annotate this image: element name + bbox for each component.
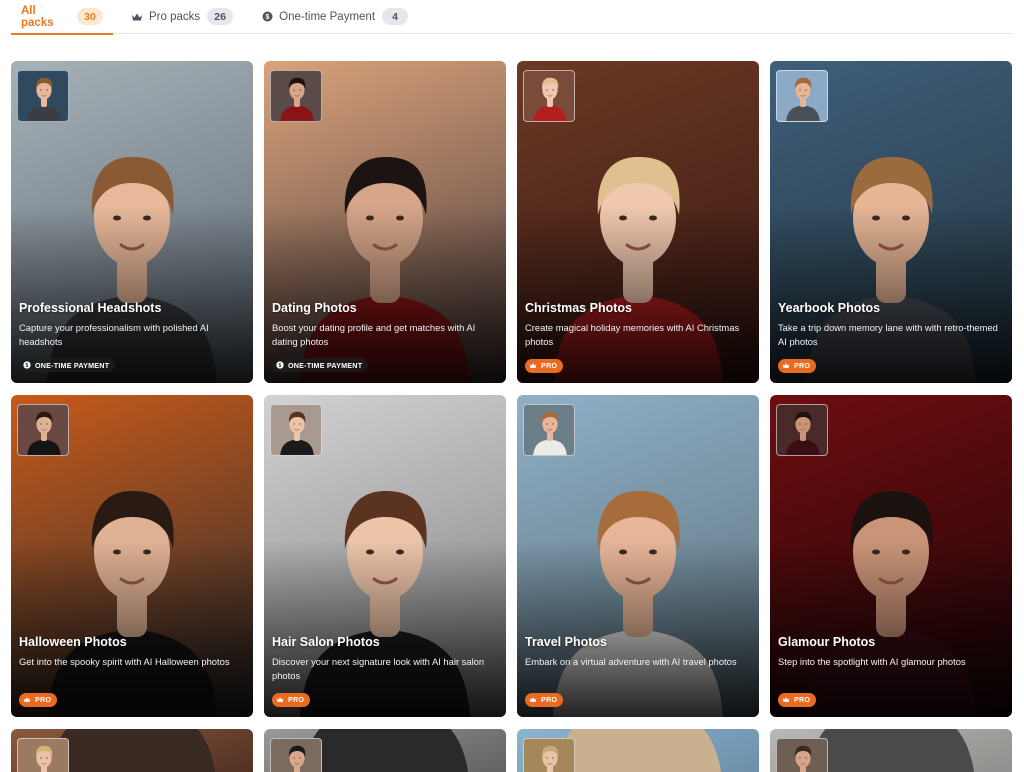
sample-thumbnail [270, 738, 322, 772]
pack-card[interactable]: Professional Headshots Capture your profe… [11, 61, 253, 383]
card-info: Yearbook Photos Take a trip down memory l… [778, 301, 1004, 374]
pack-card[interactable]: Dating Photos Boost your dating profile a… [264, 61, 506, 383]
sample-thumbnail [17, 70, 69, 122]
pack-title: Yearbook Photos [778, 301, 881, 315]
svg-text:$: $ [26, 363, 29, 369]
card-info: Glamour Photos Step into the spotlight wi… [778, 635, 1004, 708]
card-info: Hair Salon Photos Discover your next sign… [272, 635, 498, 708]
crown-icon [131, 11, 143, 23]
tab-count-badge: 30 [77, 8, 103, 25]
pack-description: Boost your dating profile and get matche… [272, 322, 476, 347]
badge-label: PRO [288, 695, 305, 704]
pack-title: Dating Photos [272, 301, 357, 315]
tab-one-time-payment[interactable]: $ One-time Payment 4 [251, 0, 418, 34]
pack-badge: PRO [778, 692, 817, 707]
card-info: Halloween Photos Get into the spooky spir… [19, 635, 245, 708]
pack-description: Create magical holiday memories with AI … [525, 322, 740, 347]
pack-badge: $ ONE-TIME PAYMENT [19, 358, 116, 372]
crown-icon [529, 362, 537, 370]
sample-thumbnail [776, 404, 828, 456]
pack-badge: PRO [525, 358, 564, 373]
packs-grid: Professional Headshots Capture your profe… [11, 61, 1013, 772]
pack-description: Take a trip down memory lane with with r… [778, 322, 998, 347]
sample-thumbnail [776, 738, 828, 772]
tab-label: All packs [21, 4, 54, 29]
badge-label: PRO [794, 695, 811, 704]
pack-title: Halloween Photos [19, 635, 127, 649]
pack-description: Discover your next signature look with A… [272, 656, 485, 681]
pack-card[interactable]: Travel Photos Embark on a virtual adventu… [517, 395, 759, 717]
pack-description: Get into the spooky spirit with AI Hallo… [19, 656, 230, 667]
badge-label: PRO [541, 361, 558, 370]
pack-badge: PRO [525, 692, 564, 707]
crown-icon [23, 696, 31, 704]
card-info: Professional Headshots Capture your profe… [19, 301, 245, 374]
pack-title: Professional Headshots [19, 301, 162, 315]
sample-thumbnail [17, 404, 69, 456]
pack-badge: PRO [272, 692, 311, 707]
tab-pro-packs[interactable]: Pro packs 26 [121, 0, 243, 34]
pack-description: Embark on a virtual adventure with AI tr… [525, 656, 737, 667]
card-info: Travel Photos Embark on a virtual adventu… [525, 635, 751, 708]
badge-label: ONE-TIME PAYMENT [288, 360, 363, 370]
tab-count-badge: 4 [382, 8, 409, 25]
sample-thumbnail [523, 738, 575, 772]
pack-description: Step into the spotlight with AI glamour … [778, 656, 966, 667]
sample-thumbnail [523, 70, 575, 122]
pack-card[interactable] [770, 729, 1012, 772]
tab-label: One-time Payment [279, 10, 376, 23]
pack-card[interactable]: Yearbook Photos Take a trip down memory l… [770, 61, 1012, 383]
badge-label: PRO [541, 695, 558, 704]
coin-icon: $ [276, 361, 284, 369]
svg-text:$: $ [265, 14, 269, 21]
badge-label: PRO [794, 361, 811, 370]
crown-icon [529, 696, 537, 704]
tab-count-badge: 26 [207, 8, 234, 25]
tab-label: Pro packs [149, 10, 201, 23]
pack-badge: $ ONE-TIME PAYMENT [272, 358, 369, 372]
pack-title: Hair Salon Photos [272, 635, 380, 649]
coin-icon: $ [23, 361, 31, 369]
sample-thumbnail [523, 404, 575, 456]
pack-title: Glamour Photos [778, 635, 876, 649]
badge-label: PRO [35, 695, 52, 704]
card-info: Dating Photos Boost your dating profile a… [272, 301, 498, 374]
coin-icon: $ [261, 11, 273, 23]
pack-card[interactable] [11, 729, 253, 772]
pack-card[interactable]: Christmas Photos Create magical holiday m… [517, 61, 759, 383]
pack-filter-tabs: All packs 30 Pro packs 26 $ One-time Pay… [11, 0, 1013, 35]
badge-label: ONE-TIME PAYMENT [35, 360, 110, 370]
pack-card[interactable]: Glamour Photos Step into the spotlight wi… [770, 395, 1012, 717]
crown-icon [782, 696, 790, 704]
crown-icon [782, 362, 790, 370]
sample-thumbnail [17, 738, 69, 772]
pack-title: Travel Photos [525, 635, 607, 649]
sample-thumbnail [776, 70, 828, 122]
pack-description: Capture your professionalism with polish… [19, 322, 209, 347]
crown-icon [276, 696, 284, 704]
pack-badge: PRO [19, 692, 58, 707]
pack-card[interactable] [264, 729, 506, 772]
card-info: Christmas Photos Create magical holiday m… [525, 301, 751, 374]
pack-card[interactable] [517, 729, 759, 772]
tab-all-packs[interactable]: All packs 30 [11, 0, 113, 35]
sample-thumbnail [270, 404, 322, 456]
pack-card[interactable]: Hair Salon Photos Discover your next sign… [264, 395, 506, 717]
pack-title: Christmas Photos [525, 301, 632, 315]
sample-thumbnail [270, 70, 322, 122]
pack-badge: PRO [778, 358, 817, 373]
svg-text:$: $ [279, 363, 282, 369]
pack-card[interactable]: Halloween Photos Get into the spooky spir… [11, 395, 253, 717]
